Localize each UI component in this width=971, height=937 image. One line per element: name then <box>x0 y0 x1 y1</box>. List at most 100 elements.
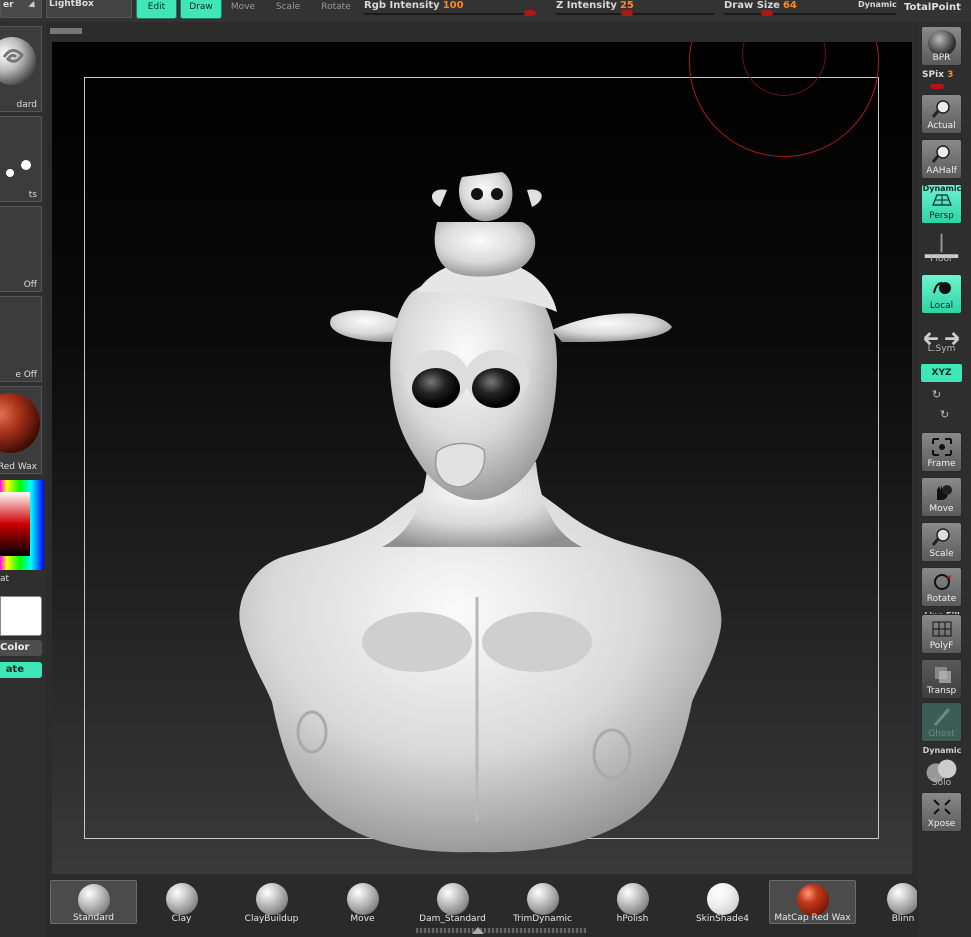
material-slot-skinshade4[interactable]: SkinShade4 <box>679 880 766 924</box>
transp-button[interactable]: Transp <box>921 659 962 699</box>
actual-button[interactable]: Actual <box>921 94 962 134</box>
z-intensity-label: Z Intensity <box>556 0 617 11</box>
color-square[interactable] <box>0 492 30 556</box>
dynamic-size-toggle[interactable]: Dynamic <box>858 0 897 9</box>
rgb-intensity-label: Rgb Intensity <box>364 0 440 11</box>
material-label: Blinn <box>891 914 915 924</box>
brush-label: TrimDynamic <box>513 914 572 924</box>
bpr-button[interactable]: BPR <box>921 26 962 66</box>
rotate-view-button[interactable]: Rotate <box>921 567 962 607</box>
draw-size-value: 64 <box>782 0 797 11</box>
hand-icon <box>937 485 952 500</box>
alternate-button[interactable]: ate <box>0 662 42 678</box>
edit-label: Edit <box>147 2 166 12</box>
standard-brush-icon <box>77 884 110 916</box>
brush-label: Dam_Standard <box>419 914 486 924</box>
shelf-expand-icon[interactable] <box>472 927 484 934</box>
scale-view-button[interactable]: Scale <box>921 522 962 562</box>
material-slot-matcap-red-wax[interactable]: MatCap Red Wax <box>769 880 856 924</box>
brush-thumbnail[interactable]: dard <box>0 26 42 112</box>
solo-button[interactable]: Solo <box>921 754 962 790</box>
sculpt-canvas[interactable] <box>52 42 912 874</box>
ghost-icon <box>933 708 951 726</box>
scale-mode-label: Scale <box>275 2 301 12</box>
rotate-view-label: Rotate <box>926 594 957 604</box>
hpolish-brush-icon <box>616 883 649 915</box>
frame-button[interactable]: Frame <box>921 432 962 472</box>
transp-label: Transp <box>926 686 957 696</box>
solo-label: Solo <box>931 778 952 788</box>
scale-view-label: Scale <box>929 549 954 559</box>
dam-standard-brush-icon <box>436 883 469 915</box>
edit-button[interactable]: Edit <box>136 0 177 19</box>
material-slot-blinn[interactable]: Blinn <box>859 880 917 924</box>
z-intensity-knob[interactable] <box>621 10 633 16</box>
draw-size-knob[interactable] <box>761 10 773 16</box>
spix-knob[interactable] <box>930 84 944 89</box>
brush-slot-standard[interactable]: Standard <box>50 880 137 924</box>
material-label: SkinShade4 <box>695 914 750 924</box>
material-thumbnail[interactable]: Red Wax <box>0 386 42 474</box>
local-rotate-icon <box>933 282 951 294</box>
brush-slot-clay[interactable]: Clay <box>138 880 225 924</box>
switch-color-button[interactable]: Color <box>0 640 42 656</box>
document-viewport <box>46 22 918 878</box>
dynamic-size-label: Dynamic <box>858 0 897 9</box>
lightbox-label: LightBox <box>49 0 94 9</box>
draw-size-slider[interactable]: Draw Size 64 <box>724 0 797 12</box>
lsym-button[interactable]: L.Sym <box>921 320 962 356</box>
polyframe-grid-icon <box>932 621 952 637</box>
lightbox-button[interactable]: LightBox <box>46 0 132 18</box>
aahalf-button[interactable]: AAHalf <box>921 139 962 179</box>
brush-slot-trimdynamic[interactable]: TrimDynamic <box>499 880 586 924</box>
local-button[interactable]: Local <box>921 274 962 314</box>
scale-mode-button[interactable]: Scale <box>270 0 306 19</box>
floor-button[interactable]: Floor <box>921 230 962 266</box>
brush-slot-dam-standard[interactable]: Dam_Standard <box>409 880 496 924</box>
brush-label: hPolish <box>616 914 649 924</box>
spix-label: SPix <box>922 70 944 80</box>
brush-slot-move[interactable]: Move <box>319 880 406 924</box>
material-label: Red Wax <box>0 462 37 472</box>
brush-label: ClayBuildup <box>244 914 299 924</box>
spix-value: 3 <box>947 70 954 80</box>
shelf-scrollbar[interactable] <box>416 928 586 933</box>
chevron-down-icon <box>28 0 38 11</box>
draw-size-track[interactable] <box>724 13 896 15</box>
shelf-dropdown[interactable]: er <box>0 0 42 18</box>
xpose-button[interactable]: Xpose <box>921 792 962 832</box>
lsym-label: L.Sym <box>927 344 956 354</box>
move-brush-icon <box>346 883 379 915</box>
brush-slot-claybuildup[interactable]: ClayBuildup <box>228 880 315 924</box>
brush-slot-hpolish[interactable]: hPolish <box>589 880 676 924</box>
rgb-intensity-slider[interactable]: Rgb Intensity 100 <box>364 0 464 12</box>
z-intensity-track[interactable] <box>556 13 714 15</box>
rgb-intensity-knob[interactable] <box>524 10 536 16</box>
viewport-handle[interactable] <box>50 28 82 34</box>
draw-button[interactable]: Draw <box>180 0 222 19</box>
red-wax-material-icon <box>796 884 829 916</box>
move-view-label: Move <box>929 504 954 514</box>
stroke-thumbnail[interactable]: ts <box>0 116 42 202</box>
polyf-button[interactable]: PolyF <box>921 614 962 654</box>
xyz-label: XYZ <box>931 368 952 378</box>
move-view-button[interactable]: Move <box>921 477 962 517</box>
texture-thumbnail[interactable]: e Off <box>0 296 42 382</box>
spix-slider[interactable]: SPix 3 <box>922 70 953 80</box>
rgb-intensity-track[interactable] <box>364 13 536 15</box>
rotate-mode-button[interactable]: Rotate <box>318 0 354 19</box>
rotate-z-icon[interactable]: ↻ <box>940 408 949 421</box>
alpha-label: Off <box>23 280 37 290</box>
bpr-label: BPR <box>932 53 951 63</box>
alpha-thumbnail[interactable]: Off <box>0 206 42 292</box>
trimdynamic-brush-icon <box>526 883 559 915</box>
red-wax-material-icon <box>0 393 40 453</box>
shelf-dropdown-label: er <box>3 0 14 10</box>
ghost-button[interactable]: Ghost <box>921 702 962 742</box>
xpose-arrows-icon <box>933 799 951 815</box>
move-mode-button[interactable]: Move <box>226 0 260 19</box>
rotate-y-icon[interactable]: ↻ <box>932 388 941 401</box>
main-color-swatch[interactable] <box>0 596 42 636</box>
xyz-button[interactable]: XYZ <box>921 364 962 382</box>
color-picker[interactable] <box>0 480 44 570</box>
